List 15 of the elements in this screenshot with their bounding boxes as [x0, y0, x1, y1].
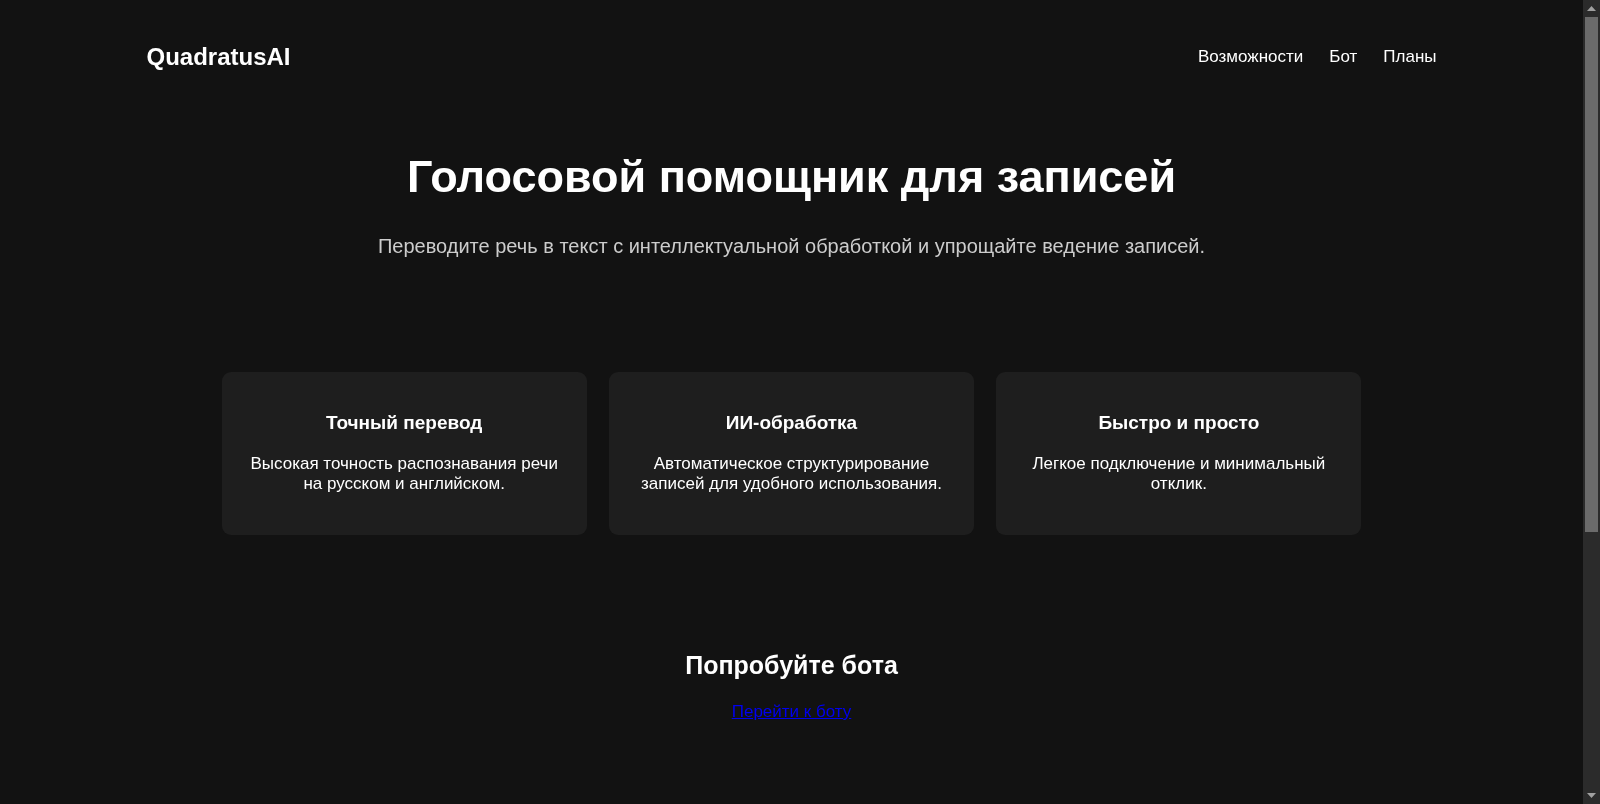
hero-title: Голосовой помощник для записей — [406, 151, 1177, 203]
cta-title: Попробуйте бота — [685, 651, 898, 680]
nav-link[interactable]: Планы — [1383, 47, 1437, 67]
scrollbar[interactable] — [1583, 0, 1600, 804]
feature-title: ИИ-обработка — [724, 412, 859, 434]
feature-text: Автоматическое структурирование записей для удобного использования. — [640, 454, 943, 494]
logo[interactable]: QuadratusAI — [146, 43, 291, 71]
nav-link[interactable]: Возможности — [1197, 47, 1304, 67]
hero-subtitle: Переводите речь в текст с интеллектуальной обработкой и упрощайте ведение записей. — [377, 235, 1206, 258]
feature-title: Быстро и просто — [1097, 412, 1261, 434]
feature-text: Легкое подключение и минимальный отклик. — [1031, 454, 1327, 494]
feature-text: Высокая точность распознавания речи на русском и английском. — [249, 454, 559, 494]
feature-title: Точный перевод — [325, 412, 484, 434]
nav-link[interactable]: Бот — [1329, 47, 1358, 67]
scrollbar-thumb[interactable] — [1585, 17, 1598, 532]
